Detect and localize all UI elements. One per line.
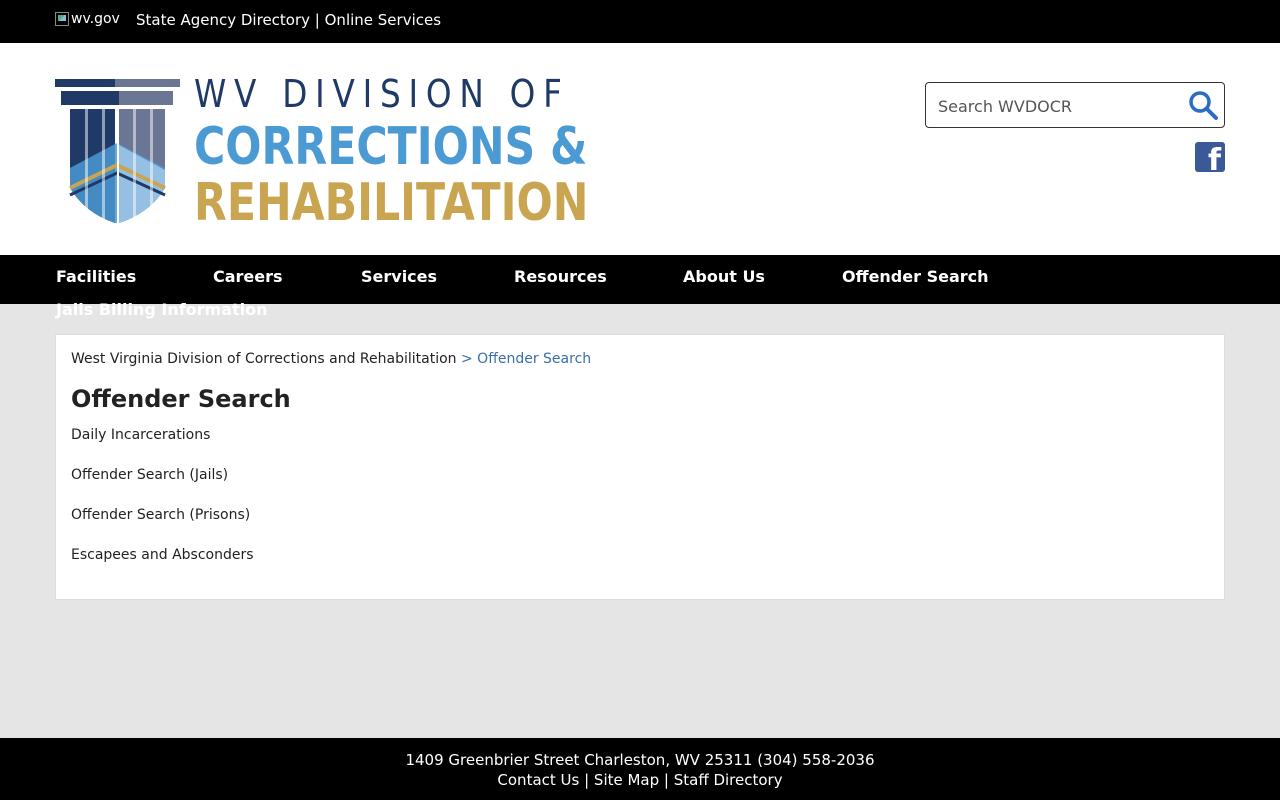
facebook-icon[interactable]: f bbox=[1195, 142, 1225, 176]
daily-incarcerations-link[interactable]: Daily Incarcerations bbox=[71, 427, 210, 443]
nav-item-resources[interactable]: Resources bbox=[514, 267, 607, 286]
search-box bbox=[925, 82, 1225, 128]
wvgov-logo-alt: wv.gov bbox=[71, 11, 120, 27]
list-item: Offender Search (Jails) bbox=[71, 467, 254, 507]
logo-line-division: WV DIVISION OF bbox=[194, 72, 570, 116]
nav-item-about-us[interactable]: About Us bbox=[683, 267, 765, 286]
site-map-link[interactable]: Site Map bbox=[594, 771, 659, 789]
top-links: State Agency Directory | Online Services bbox=[136, 11, 441, 29]
list-item: Escapees and Absconders bbox=[71, 547, 254, 587]
nav-item-offender-search[interactable]: Offender Search bbox=[842, 267, 989, 286]
nav-item-services[interactable]: Services bbox=[361, 267, 437, 286]
breadcrumb-home-link[interactable]: West Virginia Division of Corrections an… bbox=[71, 351, 457, 367]
offender-search-jails-link[interactable]: Offender Search (Jails) bbox=[71, 467, 228, 483]
wvdocr-shield-logo[interactable] bbox=[55, 73, 185, 233]
logo-wordmark[interactable]: WV DIVISION OF CORRECTIONS & REHABILITAT… bbox=[194, 73, 675, 231]
list-item: Offender Search (Prisons) bbox=[71, 507, 254, 547]
site-footer: 1409 Greenbrier Street Charleston, WV 25… bbox=[0, 738, 1280, 800]
online-services-link[interactable]: Online Services bbox=[325, 11, 441, 29]
footer-links: Contact Us | Site Map | Staff Directory bbox=[0, 771, 1280, 789]
offender-search-prisons-link[interactable]: Offender Search (Prisons) bbox=[71, 507, 250, 523]
broken-image-icon bbox=[55, 12, 69, 26]
logo-line-corrections: CORRECTIONS & bbox=[194, 117, 588, 177]
breadcrumb: West Virginia Division of Corrections an… bbox=[71, 351, 591, 367]
footer-separator: | bbox=[579, 771, 594, 789]
escapees-absconders-link[interactable]: Escapees and Absconders bbox=[71, 547, 254, 563]
search-input[interactable] bbox=[936, 93, 1180, 119]
nav-item-careers[interactable]: Careers bbox=[213, 267, 283, 286]
top-bar: wv.gov State Agency Directory | Online S… bbox=[0, 0, 1280, 43]
site-header: WV DIVISION OF CORRECTIONS & REHABILITAT… bbox=[0, 43, 1280, 255]
logo-line-rehabilitation: REHABILITATION bbox=[194, 173, 589, 233]
page-title: Offender Search bbox=[71, 385, 291, 413]
footer-separator: | bbox=[659, 771, 674, 789]
contact-us-link[interactable]: Contact Us bbox=[497, 771, 579, 789]
wvgov-logo-link[interactable]: wv.gov bbox=[55, 11, 120, 27]
nav-item-jails-billing-information[interactable]: Jails Billing Information bbox=[56, 300, 268, 319]
staff-directory-link[interactable]: Staff Directory bbox=[674, 771, 783, 789]
nav-item-facilities[interactable]: Facilities bbox=[56, 267, 136, 286]
state-agency-directory-link[interactable]: State Agency Directory bbox=[136, 11, 310, 29]
main-nav: Facilities Careers Services Resources Ab… bbox=[0, 255, 1280, 304]
offender-search-links: Daily Incarcerations Offender Search (Ja… bbox=[71, 427, 254, 587]
search-icon[interactable] bbox=[1187, 89, 1219, 121]
footer-address: 1409 Greenbrier Street Charleston, WV 25… bbox=[405, 751, 875, 769]
top-link-separator: | bbox=[310, 11, 325, 29]
list-item: Daily Incarcerations bbox=[71, 427, 254, 467]
content-card: West Virginia Division of Corrections an… bbox=[55, 334, 1225, 600]
breadcrumb-current: > Offender Search bbox=[461, 351, 592, 367]
